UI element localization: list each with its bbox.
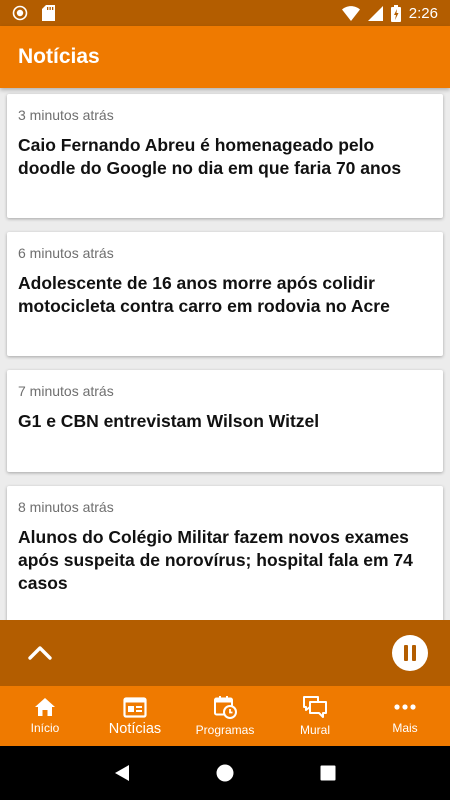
- chat-icon: [303, 696, 327, 718]
- more-dots-icon: [394, 704, 416, 710]
- nav-label: Mais: [392, 721, 418, 735]
- chevron-up-icon: [28, 646, 52, 660]
- system-nav-bar: [0, 746, 450, 800]
- recents-square-icon: [320, 765, 336, 781]
- news-headline: G1 e CBN entrevistam Wilson Witzel: [18, 411, 320, 431]
- news-card[interactable]: 7 minutos atrás G1 e CBN entrevistam Wil…: [7, 370, 443, 472]
- newspaper-icon: [123, 696, 147, 718]
- news-time: 8 minutos atrás: [18, 499, 114, 515]
- news-headline: Adolescente de 16 anos morre após colidi…: [18, 273, 390, 316]
- news-headline: Caio Fernando Abreu é homenageado pelo d…: [18, 135, 402, 178]
- news-time: 3 minutos atrás: [18, 107, 114, 123]
- nav-item-mais[interactable]: Mais: [360, 686, 450, 746]
- news-card[interactable]: 6 minutos atrás Adolescente de 16 anos m…: [7, 232, 443, 356]
- back-button[interactable]: [102, 753, 142, 793]
- news-card[interactable]: 3 minutos atrás Caio Fernando Abreu é ho…: [7, 94, 443, 218]
- sd-card-icon: [42, 5, 55, 21]
- status-bar: 2:26: [0, 0, 450, 26]
- home-icon: [35, 698, 55, 716]
- signal-icon: [367, 5, 383, 21]
- status-left: [12, 5, 55, 21]
- recents-button[interactable]: [308, 753, 348, 793]
- news-time: 7 minutos atrás: [18, 383, 114, 399]
- pause-button[interactable]: [392, 635, 428, 671]
- bottom-nav: Início Notícias Programas Mural Mais: [0, 686, 450, 746]
- nav-item-mural[interactable]: Mural: [270, 686, 360, 746]
- page-title: Notícias: [18, 45, 100, 68]
- calendar-clock-icon: [214, 696, 237, 719]
- pause-icon: [404, 645, 416, 661]
- notification-dot-icon: [12, 5, 28, 21]
- status-right: 2:26: [341, 4, 438, 22]
- home-circle-icon: [216, 764, 234, 782]
- app-bar: Notícias: [0, 26, 450, 88]
- news-card[interactable]: 8 minutos atrás Alunos do Colégio Milita…: [7, 486, 443, 620]
- nav-label: Programas: [195, 723, 255, 737]
- player-bar: [0, 620, 450, 686]
- nav-label: Início: [30, 721, 60, 735]
- home-button[interactable]: [205, 753, 245, 793]
- nav-label: Mural: [299, 723, 330, 737]
- nav-item-programas[interactable]: Programas: [180, 686, 270, 746]
- nav-label: Notícias: [108, 720, 162, 737]
- expand-player-button[interactable]: [24, 637, 56, 669]
- battery-icon: [390, 4, 401, 22]
- wifi-icon: [341, 5, 360, 21]
- back-triangle-icon: [114, 765, 129, 781]
- news-time: 6 minutos atrás: [18, 245, 114, 261]
- status-time: 2:26: [408, 4, 438, 22]
- nav-item-inicio[interactable]: Início: [0, 686, 90, 746]
- nav-item-noticias[interactable]: Notícias: [90, 686, 180, 746]
- news-feed[interactable]: 3 minutos atrás Caio Fernando Abreu é ho…: [0, 88, 450, 620]
- news-headline: Alunos do Colégio Militar fazem novos ex…: [18, 527, 413, 593]
